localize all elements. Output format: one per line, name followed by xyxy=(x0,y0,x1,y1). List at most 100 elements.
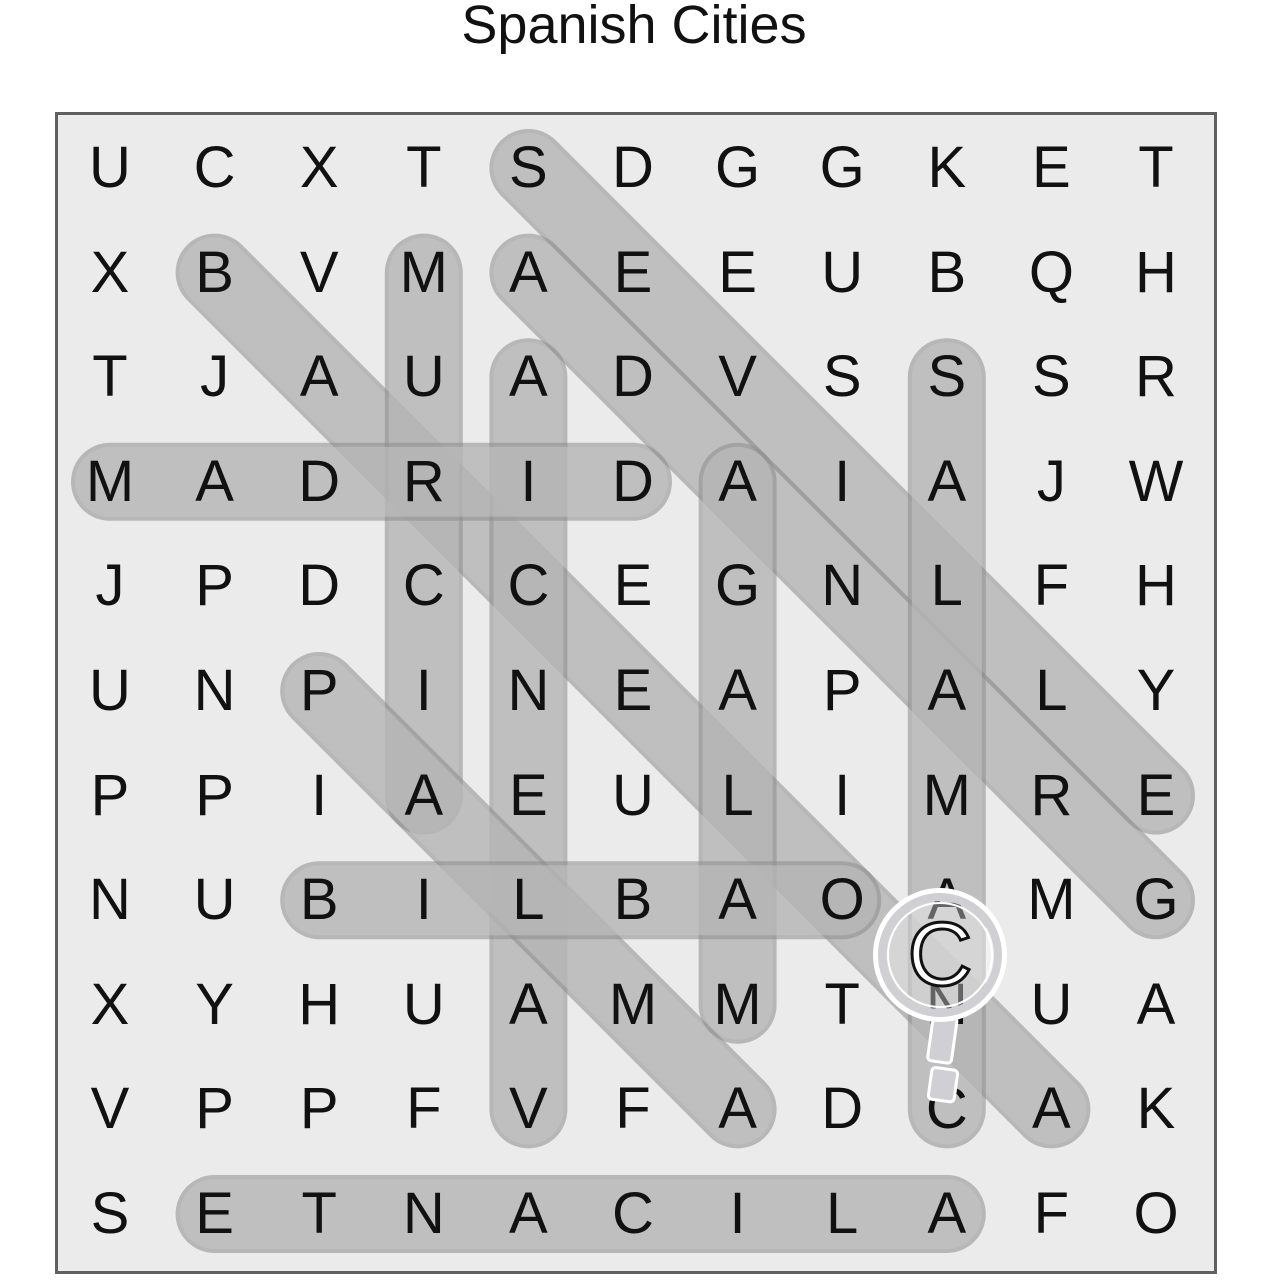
grid-cell[interactable]: A xyxy=(686,1057,790,1161)
grid-cell[interactable]: U xyxy=(58,116,162,220)
grid-cell[interactable]: S xyxy=(476,116,580,220)
grid-cell[interactable]: A xyxy=(267,325,371,429)
grid-cell[interactable]: E xyxy=(999,116,1103,220)
grid-cell[interactable]: V xyxy=(58,1057,162,1161)
grid-cell[interactable]: P xyxy=(163,534,267,638)
grid-cell[interactable]: A xyxy=(686,639,790,743)
grid-cell[interactable]: W xyxy=(1104,430,1208,534)
grid-cell[interactable]: M xyxy=(581,953,685,1057)
grid-cell[interactable]: A xyxy=(895,430,999,534)
grid-cell[interactable]: G xyxy=(686,534,790,638)
grid-cell[interactable]: A xyxy=(163,430,267,534)
grid-cell[interactable]: T xyxy=(58,325,162,429)
grid-cell[interactable]: X xyxy=(58,221,162,325)
grid-cell[interactable]: N xyxy=(895,953,999,1057)
grid-cell[interactable]: Y xyxy=(1104,639,1208,743)
grid-cell[interactable]: O xyxy=(790,848,894,952)
grid-cell[interactable]: S xyxy=(58,1162,162,1266)
grid-cell[interactable]: J xyxy=(999,430,1103,534)
grid-cell[interactable]: A xyxy=(476,1162,580,1266)
grid-cell[interactable]: J xyxy=(163,325,267,429)
grid-cell[interactable]: N xyxy=(163,639,267,743)
grid-cell[interactable]: I xyxy=(372,848,476,952)
grid-cell[interactable]: B xyxy=(163,221,267,325)
grid-cell[interactable]: H xyxy=(1104,534,1208,638)
grid-cell[interactable]: E xyxy=(476,744,580,848)
grid-cell[interactable]: B xyxy=(895,221,999,325)
grid-cell[interactable]: L xyxy=(476,848,580,952)
grid-cell[interactable]: A xyxy=(476,221,580,325)
grid-cell[interactable]: C xyxy=(163,116,267,220)
grid-cell[interactable]: S xyxy=(790,325,894,429)
grid-cell[interactable]: X xyxy=(58,953,162,1057)
grid-cell[interactable]: D xyxy=(790,1057,894,1161)
grid-cell[interactable]: B xyxy=(267,848,371,952)
grid-cell[interactable]: M xyxy=(999,848,1103,952)
grid-cell[interactable]: E xyxy=(163,1162,267,1266)
grid-cell[interactable]: E xyxy=(581,221,685,325)
grid-cell[interactable]: U xyxy=(581,744,685,848)
grid-cell[interactable]: P xyxy=(790,639,894,743)
grid-cell[interactable]: P xyxy=(267,1057,371,1161)
grid-cell[interactable]: A xyxy=(895,639,999,743)
grid-cell[interactable]: L xyxy=(999,639,1103,743)
grid-cell[interactable]: T xyxy=(372,116,476,220)
grid-cell[interactable]: N xyxy=(790,534,894,638)
grid-cell[interactable]: I xyxy=(790,430,894,534)
grid-cell[interactable]: C xyxy=(372,534,476,638)
grid-cell[interactable]: E xyxy=(1104,744,1208,848)
grid-cell[interactable]: A xyxy=(999,1057,1103,1161)
grid-cell[interactable]: P xyxy=(163,744,267,848)
grid-cell[interactable]: T xyxy=(790,953,894,1057)
grid-cell[interactable]: A xyxy=(1104,953,1208,1057)
grid-cell[interactable]: G xyxy=(790,116,894,220)
grid-cell[interactable]: A xyxy=(476,953,580,1057)
grid-cell[interactable]: M xyxy=(58,430,162,534)
grid-cell[interactable]: G xyxy=(686,116,790,220)
grid-cell[interactable]: N xyxy=(372,1162,476,1266)
grid-cell[interactable]: D xyxy=(267,430,371,534)
grid-cell[interactable]: R xyxy=(1104,325,1208,429)
grid-cell[interactable]: I xyxy=(267,744,371,848)
grid-cell[interactable]: P xyxy=(163,1057,267,1161)
grid-cell[interactable]: I xyxy=(476,430,580,534)
grid-cell[interactable]: F xyxy=(581,1057,685,1161)
grid-cell[interactable]: V xyxy=(267,221,371,325)
grid-cell[interactable]: D xyxy=(581,430,685,534)
grid-cell[interactable]: M xyxy=(372,221,476,325)
grid-cell[interactable]: L xyxy=(790,1162,894,1266)
grid-cell[interactable]: L xyxy=(895,534,999,638)
grid-cell[interactable]: E xyxy=(686,221,790,325)
grid-cell[interactable]: A xyxy=(895,848,999,952)
grid-cell[interactable]: T xyxy=(267,1162,371,1266)
grid-cell[interactable]: U xyxy=(163,848,267,952)
grid-cell[interactable]: P xyxy=(58,744,162,848)
grid-cell[interactable]: A xyxy=(686,430,790,534)
grid-cell[interactable]: N xyxy=(476,639,580,743)
grid-cell[interactable]: S xyxy=(999,325,1103,429)
grid-cell[interactable]: S xyxy=(895,325,999,429)
grid-cell[interactable]: U xyxy=(372,325,476,429)
grid-cell[interactable]: U xyxy=(790,221,894,325)
grid-cell[interactable]: K xyxy=(895,116,999,220)
grid-cell[interactable]: N xyxy=(58,848,162,952)
grid-cell[interactable]: L xyxy=(686,744,790,848)
grid-cell[interactable]: M xyxy=(686,953,790,1057)
grid-cell[interactable]: T xyxy=(1104,116,1208,220)
grid-cell[interactable]: D xyxy=(581,325,685,429)
grid-cell[interactable]: M xyxy=(895,744,999,848)
grid-cell[interactable]: V xyxy=(686,325,790,429)
grid-cell[interactable]: P xyxy=(267,639,371,743)
grid-cell[interactable]: R xyxy=(372,430,476,534)
grid-cell[interactable]: K xyxy=(1104,1057,1208,1161)
grid-cell[interactable]: D xyxy=(581,116,685,220)
grid-cell[interactable]: H xyxy=(267,953,371,1057)
grid-cell[interactable]: R xyxy=(999,744,1103,848)
grid-cell[interactable]: J xyxy=(58,534,162,638)
grid-cell[interactable]: Y xyxy=(163,953,267,1057)
grid-cell[interactable]: U xyxy=(999,953,1103,1057)
grid-cell[interactable]: E xyxy=(581,534,685,638)
grid-cell[interactable]: C xyxy=(476,534,580,638)
grid-cell[interactable]: H xyxy=(1104,221,1208,325)
grid-cell[interactable]: U xyxy=(58,639,162,743)
